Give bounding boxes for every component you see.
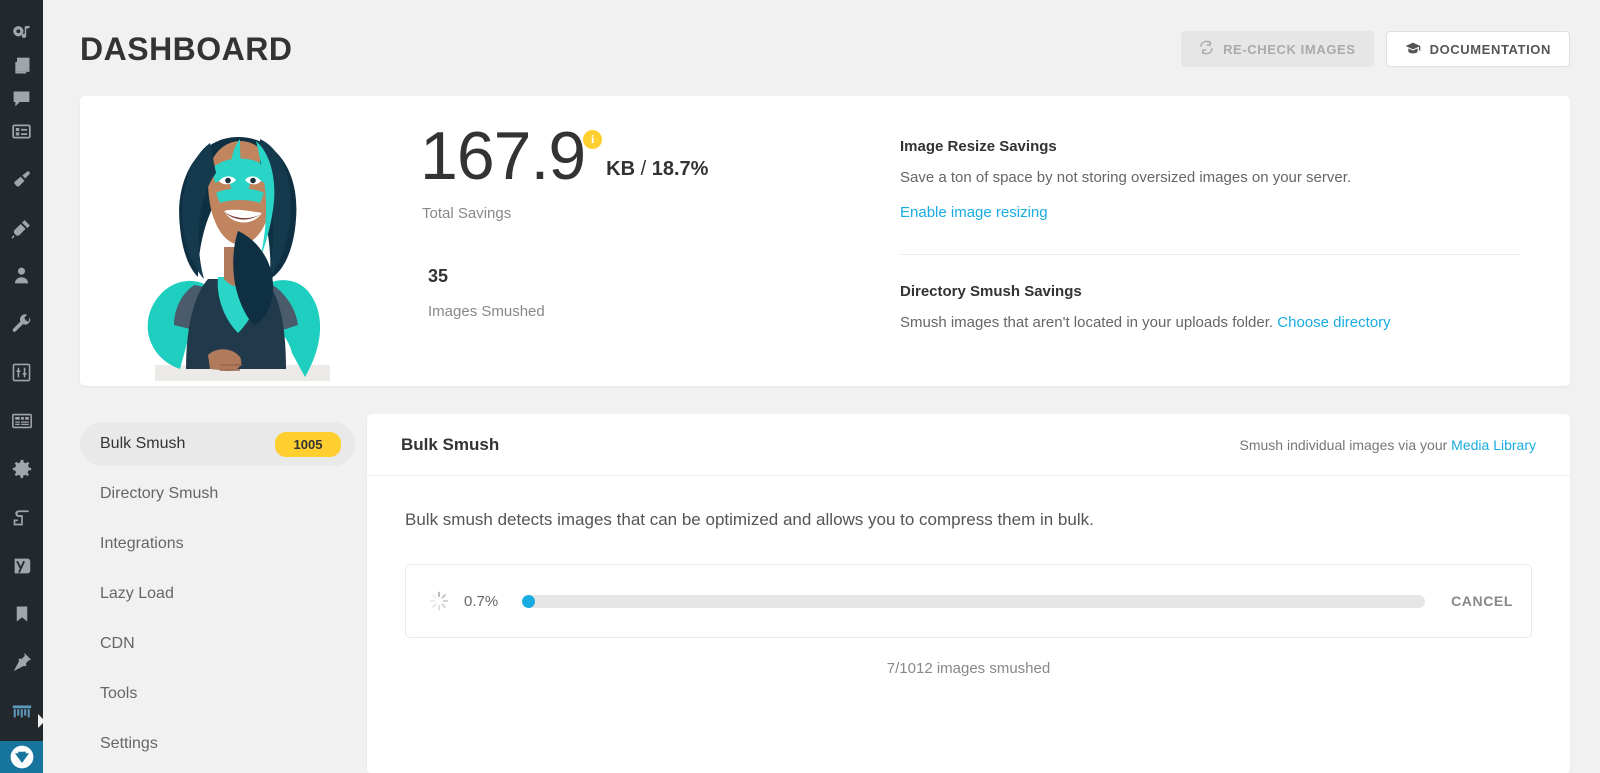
page-title: DASHBOARD	[80, 30, 293, 67]
media-library-link[interactable]: Media Library	[1451, 437, 1536, 453]
nav-label-integrations: Integrations	[100, 535, 184, 552]
media-icon[interactable]	[0, 18, 43, 50]
progress-bar	[522, 594, 1426, 608]
nav-label-directory-smush: Directory Smush	[100, 485, 219, 502]
akismet-a-icon[interactable]	[0, 501, 43, 533]
smush-side-nav: Bulk Smush 1005 Directory Smush Integrat…	[80, 414, 355, 772]
images-smushed-label: Images Smushed	[428, 302, 545, 320]
appearance-brush-icon[interactable]	[0, 163, 43, 195]
documentation-button[interactable]: DOCUMENTATION	[1385, 31, 1570, 67]
nav-label-settings: Settings	[100, 735, 158, 752]
smush-shield-icon	[10, 745, 33, 769]
total-savings-stat: 167.9 i KB / 18.7%	[410, 118, 880, 194]
savings-percent: 18.7%	[651, 157, 709, 180]
progress-bar-fill	[522, 594, 535, 608]
sidebar-item-tools[interactable]: Tools	[80, 672, 355, 716]
progress-status-text: 7/1012 images smushed	[886, 660, 1051, 677]
comments-icon[interactable]	[0, 83, 43, 115]
bulk-smush-card-header: Bulk Smush Smush individual images via y…	[367, 414, 1570, 476]
hustle-icon[interactable]	[0, 694, 43, 726]
pages-icon[interactable]	[0, 50, 43, 82]
progress-percent-label: 0.7%	[464, 592, 499, 610]
wp-admin-sidebar	[0, 0, 45, 773]
smush-dashboard-app: DASHBOARD RE-CHECK IMAGES DOCUMENTATION …	[0, 0, 1600, 773]
plugins-plug-icon[interactable]	[0, 211, 43, 243]
cancel-button[interactable]: CANCEL	[1439, 593, 1513, 609]
main-content: DASHBOARD RE-CHECK IMAGES DOCUMENTATION …	[43, 0, 1600, 773]
total-savings-value: 167.9	[420, 118, 586, 194]
directory-savings-desc: Smush images that aren't located in your…	[900, 312, 1520, 335]
sidebar-item-directory-smush[interactable]: Directory Smush	[80, 472, 355, 516]
resize-savings-title: Image Resize Savings	[900, 138, 1057, 155]
total-savings-label: Total Savings	[422, 204, 512, 222]
users-icon[interactable]	[0, 260, 43, 292]
header-actions: RE-CHECK IMAGES DOCUMENTATION	[1181, 31, 1570, 67]
resize-savings-desc: Save a ton of space by not storing overs…	[900, 169, 1352, 186]
nav-label-tools: Tools	[100, 685, 138, 702]
images-smushed-count: 35	[428, 265, 449, 286]
nav-label-lazy-load: Lazy Load	[100, 585, 174, 602]
directory-savings-text: Smush images that aren't located in your…	[900, 314, 1274, 331]
page-header: DASHBOARD RE-CHECK IMAGES DOCUMENTATION	[43, 0, 1600, 76]
recheck-images-button[interactable]: RE-CHECK IMAGES	[1181, 31, 1374, 67]
info-icon[interactable]: i	[583, 130, 603, 149]
smush-hero-illustration	[120, 119, 335, 386]
sidebar-item-integrations[interactable]: Integrations	[80, 522, 355, 566]
sidebar-item-cdn[interactable]: CDN	[80, 622, 355, 666]
savings-unit-label: KB	[606, 157, 636, 180]
graduation-cap-icon	[1405, 41, 1421, 58]
savings-column: Image Resize Savings Save a ton of space…	[880, 96, 1570, 386]
bulk-smush-description: Bulk smush detects images that can be op…	[405, 510, 1094, 529]
sidebar-item-bulk-smush[interactable]: Bulk Smush 1005	[80, 422, 355, 466]
directory-savings-title: Directory Smush Savings	[900, 283, 1082, 300]
stats-column: 167.9 i KB / 18.7% Total Savings 35 Imag…	[410, 96, 880, 386]
sidebar-item-settings[interactable]: Settings	[80, 722, 355, 766]
recheck-images-label: RE-CHECK IMAGES	[1223, 41, 1356, 57]
table-grid-icon[interactable]	[0, 405, 43, 437]
loading-spinner-icon	[428, 590, 450, 612]
yoast-y-icon[interactable]	[0, 550, 43, 582]
images-smushed-stat: 35 Images Smushed	[410, 266, 880, 320]
summary-card: 167.9 i KB / 18.7% Total Savings 35 Imag…	[80, 96, 1570, 386]
total-savings-unit: KB / 18.7%	[606, 158, 708, 189]
bulk-smush-subtitle: Smush individual images via your Media L…	[1240, 437, 1536, 453]
nav-label-bulk-smush: Bulk Smush	[100, 435, 186, 452]
bulk-smush-card: Bulk Smush Smush individual images via y…	[367, 414, 1570, 773]
forms-icon[interactable]	[0, 115, 43, 147]
bookmark-icon[interactable]	[0, 598, 43, 630]
choose-directory-link[interactable]: Choose directory	[1277, 314, 1390, 331]
refresh-icon	[1199, 40, 1214, 58]
sidebar-item-smush[interactable]	[0, 740, 43, 773]
bulk-smush-card-body: Bulk smush detects images that can be op…	[367, 476, 1570, 677]
bulk-smush-badge: 1005	[275, 431, 341, 457]
documentation-label: DOCUMENTATION	[1429, 41, 1551, 57]
resize-savings-block: Image Resize Savings Save a ton of space…	[900, 138, 1520, 224]
sidebar-item-lazy-load[interactable]: Lazy Load	[80, 572, 355, 616]
directory-savings-block: Directory Smush Savings Smush images tha…	[900, 283, 1520, 335]
bulk-smush-progress-box: 0.7% CANCEL	[405, 564, 1532, 638]
lower-section: Bulk Smush 1005 Directory Smush Integrat…	[80, 414, 1570, 773]
tools-wrench-icon[interactable]	[0, 308, 43, 340]
mascot-container	[80, 96, 410, 386]
bulk-smush-title: Bulk Smush	[401, 434, 500, 454]
savings-separator: /	[640, 157, 647, 180]
settings-sliders-icon[interactable]	[0, 356, 43, 388]
pin-icon[interactable]	[0, 646, 43, 678]
gear-icon[interactable]	[0, 453, 43, 485]
savings-divider	[900, 254, 1520, 255]
nav-label-cdn: CDN	[100, 635, 135, 652]
bulk-smush-subtitle-text: Smush individual images via your	[1239, 436, 1452, 453]
enable-image-resizing-link[interactable]: Enable image resizing	[900, 204, 1048, 221]
